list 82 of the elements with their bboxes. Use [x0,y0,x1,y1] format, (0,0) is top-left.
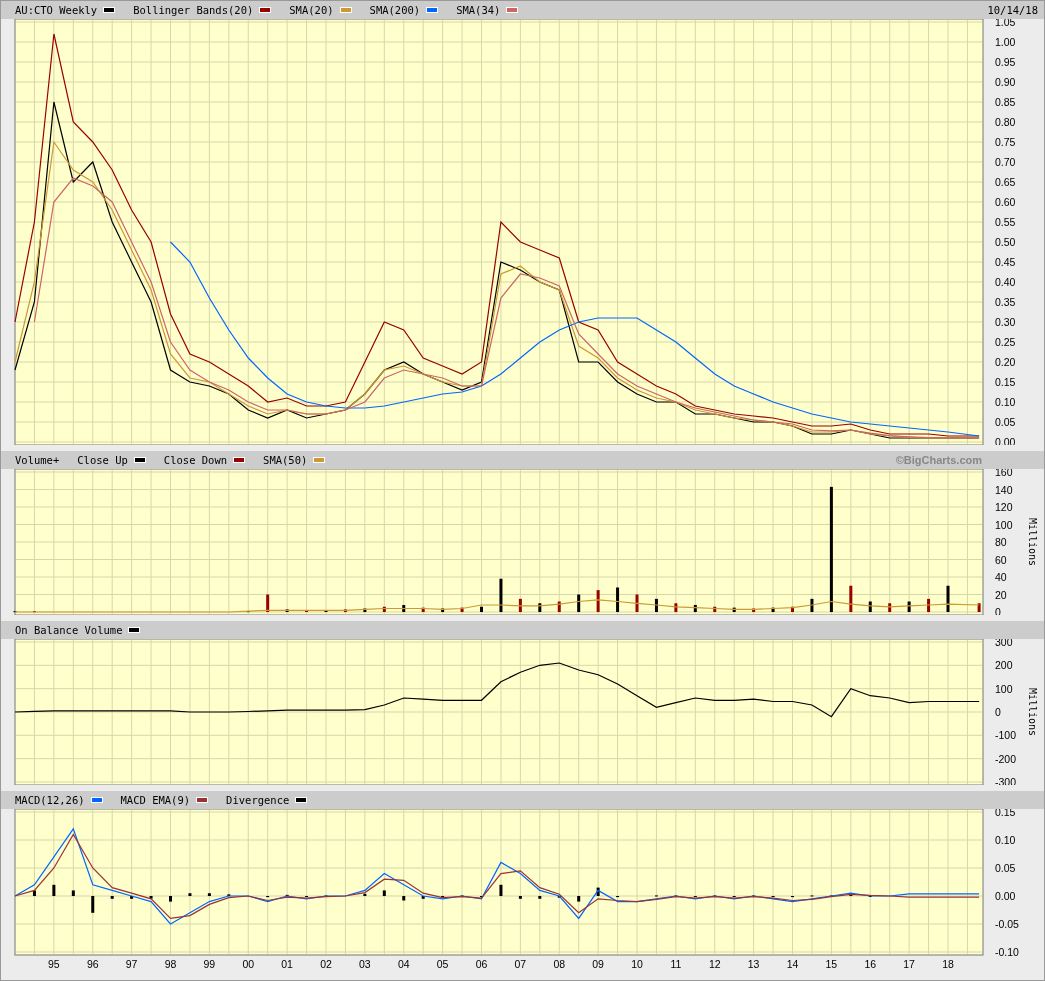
legend-label: Close Up [77,454,128,466]
y-tick-label: 0.55 [995,216,1016,228]
x-tick-label: 97 [125,958,138,970]
y-tick-label: 0.00 [995,890,1016,902]
x-tick-label: 17 [903,958,915,970]
x-tick-label: 08 [553,958,566,970]
x-tick-label: 18 [942,958,954,970]
y-tick-label: 0.10 [995,396,1016,408]
y-tick-label: 100 [995,682,1013,695]
x-tick-label: 13 [747,958,760,970]
legend-label: Close Down [163,454,228,466]
y-axis-label: Millions [1027,687,1038,737]
y-tick-label: 300 [995,639,1013,648]
y-tick-label: 1.05 [995,19,1016,28]
y-tick-label: 0.85 [995,96,1016,108]
legend-label: MACD EMA(9) [120,794,191,806]
y-tick-label: -0.10 [995,946,1019,958]
y-tick-label: 120 [995,501,1013,513]
x-tick-label: 00 [242,958,255,970]
y-tick-label: 0.15 [995,809,1016,818]
y-tick-label: 0.70 [995,156,1016,168]
legend-label: SMA(20) [289,4,334,16]
y-tick-label: 0.80 [995,116,1016,128]
y-tick-label: 0 [995,706,1001,718]
legend-label: Divergence [226,794,290,806]
y-tick-label: 0.05 [995,416,1016,428]
x-tick-label: 04 [397,958,410,970]
y-tick-label: 0.15 [995,376,1016,388]
x-tick-label: 14 [786,958,799,970]
y-tick-label: 1.00 [995,36,1016,48]
legend-label: SMA(34) [456,4,501,16]
y-tick-label: -100 [995,729,1016,742]
y-tick-label: 0.75 [995,136,1016,148]
y-tick-label: 100 [995,518,1013,531]
y-tick-label: 20 [995,588,1007,601]
y-tick-label: 0.10 [995,834,1016,846]
y-tick-label: 0.90 [995,76,1016,88]
y-tick-label: 160 [995,469,1013,478]
legend-label: AU:CTO Weekly [15,4,98,16]
x-tick-label: 98 [164,958,177,970]
y-tick-label: 0.25 [995,336,1016,348]
x-tick-label: 11 [670,958,682,970]
y-tick-label: -0.05 [995,918,1019,930]
y-tick-label: 0.40 [995,276,1016,288]
y-tick-label: 40 [995,571,1007,583]
y-tick-label: 0.95 [995,56,1016,68]
x-tick-label: 95 [48,958,60,970]
y-tick-label: 0.30 [995,316,1016,328]
x-tick-label: 99 [203,958,216,970]
panel-title: Volume+ [15,454,60,466]
y-tick-label: 0.35 [995,296,1016,308]
y-tick-label: 0.60 [995,196,1016,208]
legend-label: SMA(200) [369,4,421,16]
y-tick-label: 140 [995,483,1013,496]
x-tick-label: 02 [320,958,332,970]
x-tick-label: 10 [631,958,643,970]
credit-text: ©BigCharts.com [895,454,982,466]
x-tick-label: 96 [86,958,99,970]
x-tick-label: 05 [436,958,449,970]
x-tick-label: 06 [475,958,488,970]
legend-label: SMA(50) [263,454,308,466]
y-tick-label: -200 [995,752,1016,765]
legend-label: Bollinger Bands(20) [133,4,254,16]
y-tick-label: 0.65 [995,176,1016,188]
x-tick-label: 01 [281,958,293,970]
x-tick-label: 15 [825,958,838,970]
x-tick-label: 03 [359,958,371,970]
x-tick-label: 12 [708,958,721,970]
y-tick-label: 0.20 [995,356,1016,368]
chart-date: 10/14/18 [987,4,1038,16]
x-tick-label: 07 [514,958,527,970]
y-tick-label: 0.50 [995,236,1016,248]
x-tick-label: 09 [592,958,604,970]
y-tick-label: 0.45 [995,256,1016,268]
legend-label: On Balance Volume [15,624,123,636]
y-axis-label: Millions [1027,517,1038,567]
legend-label: MACD(12,26) [15,794,85,806]
y-tick-label: 80 [995,536,1007,548]
y-tick-label: 0.05 [995,862,1016,874]
x-tick-label: 16 [864,958,877,970]
y-tick-label: 60 [995,553,1007,566]
y-tick-label: 200 [995,659,1013,672]
